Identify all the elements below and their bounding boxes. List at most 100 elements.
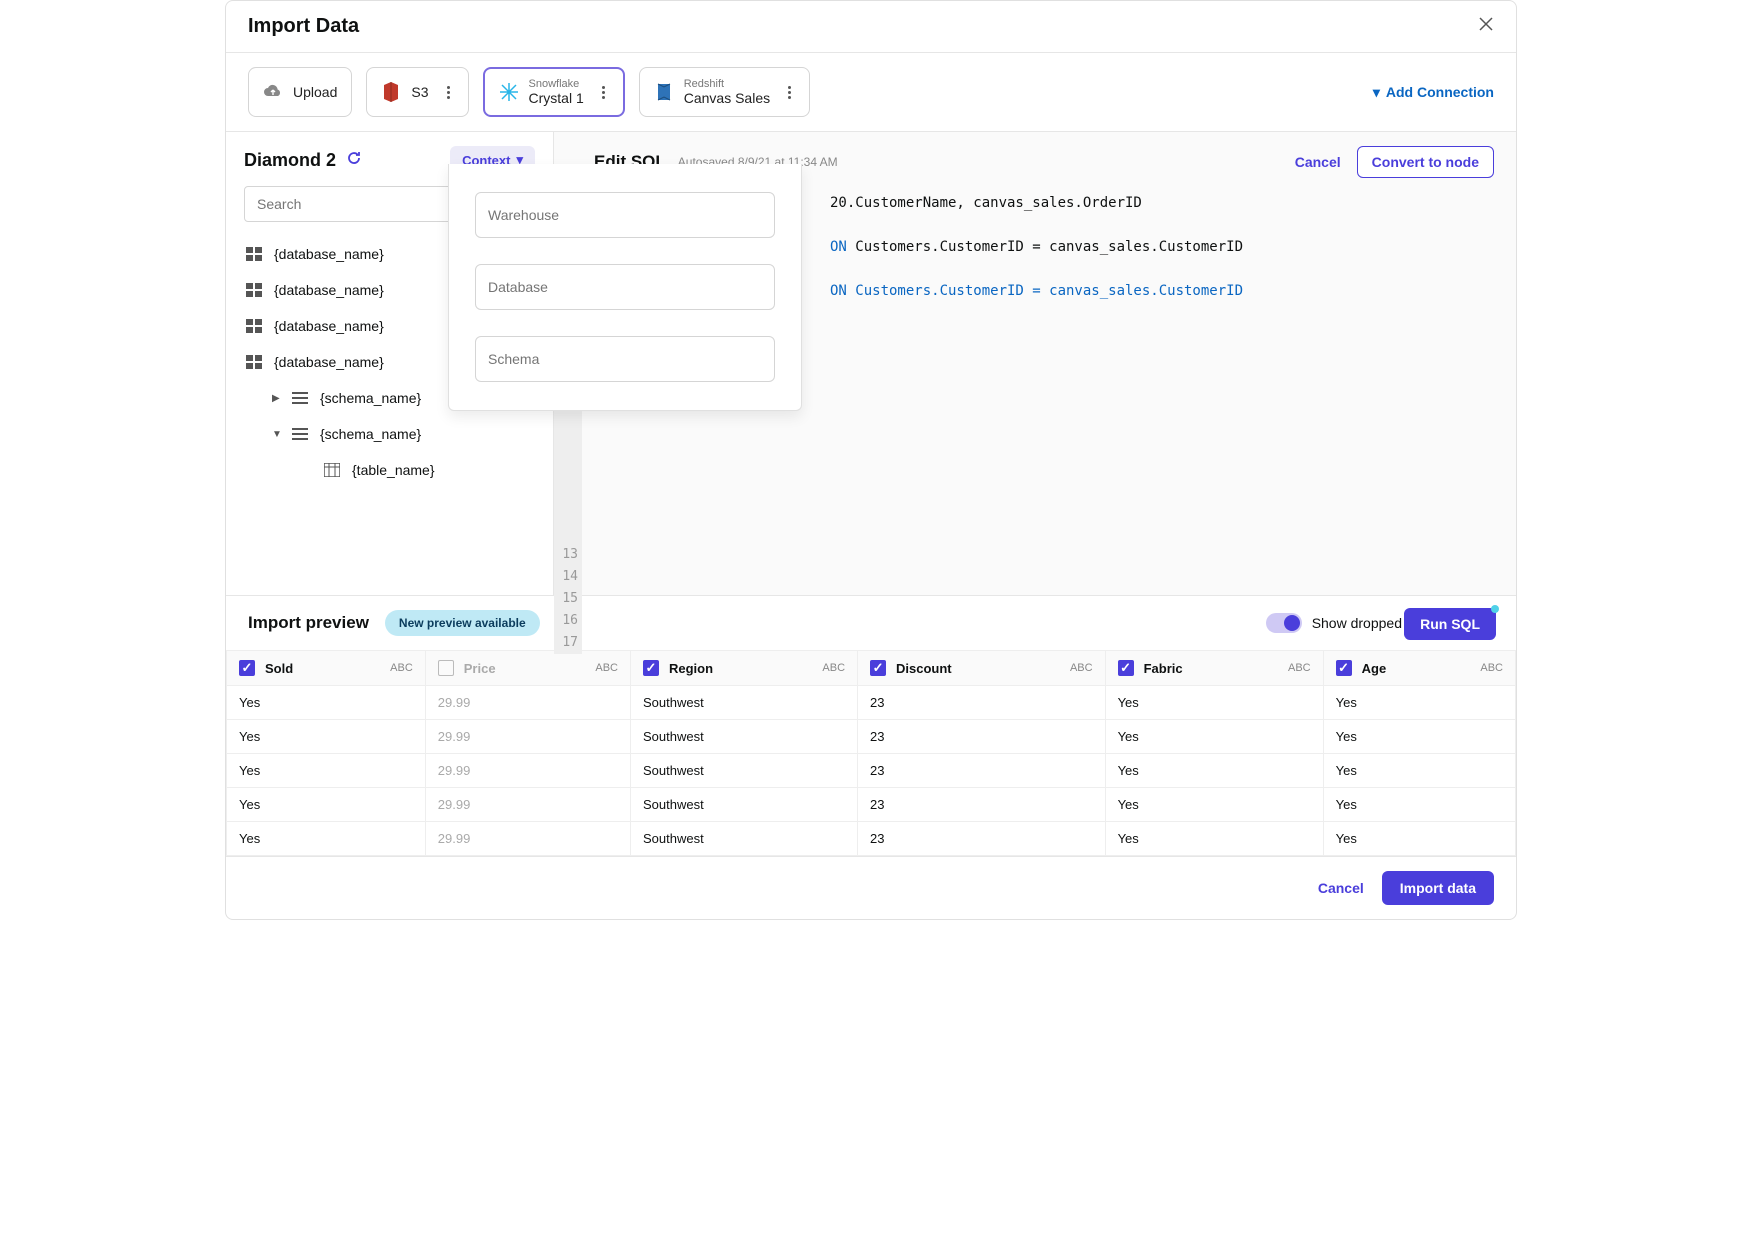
table-cell: Yes xyxy=(1105,754,1323,788)
database-icon xyxy=(246,355,264,369)
table-cell: Yes xyxy=(1105,788,1323,822)
database-input[interactable] xyxy=(475,264,775,310)
column-name: Age xyxy=(1362,661,1387,676)
add-connection-label: Add Connection xyxy=(1386,84,1494,100)
import-data-button[interactable]: Import data xyxy=(1382,871,1494,905)
table-cell: Yes xyxy=(227,754,426,788)
snowflake-connection-button[interactable]: Snowflake Crystal 1 xyxy=(483,67,625,117)
table-cell: Yes xyxy=(227,822,426,856)
close-icon[interactable] xyxy=(1478,16,1494,37)
convert-to-node-button[interactable]: Convert to node xyxy=(1357,146,1494,178)
run-sql-button[interactable]: Run SQL xyxy=(1404,608,1496,640)
preview-title: Import preview xyxy=(248,613,369,633)
table-cell: 23 xyxy=(858,720,1106,754)
cancel-edit-button[interactable]: Cancel xyxy=(1295,154,1341,170)
tree-database-label: {database_name} xyxy=(274,282,384,298)
snowflake-label: Crystal 1 xyxy=(529,90,584,106)
table-cell: Yes xyxy=(1323,788,1515,822)
table-cell: Yes xyxy=(1105,822,1323,856)
redshift-icon xyxy=(654,82,674,102)
table-cell: Southwest xyxy=(631,822,858,856)
snowflake-sup: Snowflake xyxy=(529,78,584,90)
table-cell: Southwest xyxy=(631,686,858,720)
column-checkbox[interactable] xyxy=(438,660,454,676)
tree-table-label: {table_name} xyxy=(352,462,435,478)
table-cell: Yes xyxy=(227,720,426,754)
s3-icon xyxy=(381,82,401,102)
warehouse-input[interactable] xyxy=(475,192,775,238)
refresh-icon[interactable] xyxy=(346,150,362,171)
new-preview-badge[interactable]: New preview available xyxy=(385,610,540,636)
s3-connection-button[interactable]: S3 xyxy=(366,67,468,117)
table-cell: 29.99 xyxy=(425,788,630,822)
column-name: Price xyxy=(464,661,496,676)
schema-icon xyxy=(292,428,310,440)
column-type: ABC xyxy=(595,662,618,674)
kebab-icon[interactable] xyxy=(439,86,454,99)
kebab-icon[interactable] xyxy=(780,86,795,99)
column-header[interactable]: ✓ Fabric ABC xyxy=(1105,651,1323,686)
column-checkbox[interactable]: ✓ xyxy=(1336,660,1352,676)
column-type: ABC xyxy=(822,662,845,674)
caret-right-icon: ▶ xyxy=(272,393,282,404)
column-name: Region xyxy=(669,661,713,676)
column-name: Fabric xyxy=(1144,661,1183,676)
tree-schema-label: {schema_name} xyxy=(320,426,421,442)
upload-button[interactable]: Upload xyxy=(248,67,352,117)
caret-down-icon: ▼ xyxy=(272,429,282,440)
schema-input[interactable] xyxy=(475,336,775,382)
table-row: Yes29.99Southwest23YesYes xyxy=(227,754,1516,788)
preview-table: ✓SoldABCPriceABC✓RegionABC✓DiscountABC✓F… xyxy=(226,650,1516,856)
column-checkbox[interactable]: ✓ xyxy=(870,660,886,676)
column-header[interactable]: ✓ Age ABC xyxy=(1323,651,1515,686)
column-header[interactable]: ✓ Region ABC xyxy=(631,651,858,686)
database-icon xyxy=(246,319,264,333)
table-cell: 23 xyxy=(858,754,1106,788)
table-cell: Yes xyxy=(1105,686,1323,720)
column-checkbox[interactable]: ✓ xyxy=(643,660,659,676)
tree-schema[interactable]: ▼ {schema_name} xyxy=(244,416,535,452)
add-connection-button[interactable]: ▾ Add Connection xyxy=(1373,84,1494,101)
table-row: Yes29.99Southwest23YesYes xyxy=(227,720,1516,754)
column-header[interactable]: ✓DiscountABC xyxy=(858,651,1106,686)
table-cell: Southwest xyxy=(631,788,858,822)
column-type: ABC xyxy=(1288,662,1311,674)
table-cell: 29.99 xyxy=(425,686,630,720)
show-dropped-toggle[interactable] xyxy=(1266,613,1302,633)
tree-database-label: {database_name} xyxy=(274,354,384,370)
table-row: Yes29.99Southwest23YesYes xyxy=(227,686,1516,720)
column-header[interactable]: Price ABC xyxy=(425,651,630,686)
table-cell: Yes xyxy=(1323,754,1515,788)
table-cell: Yes xyxy=(1323,686,1515,720)
column-name: Sold xyxy=(265,661,293,676)
s3-label: S3 xyxy=(411,84,428,100)
table-cell: 23 xyxy=(858,788,1106,822)
column-header[interactable]: ✓ Sold ABC xyxy=(227,651,426,686)
tree-table[interactable]: {table_name} xyxy=(244,452,535,488)
table-cell: 23 xyxy=(858,822,1106,856)
table-cell: Yes xyxy=(227,686,426,720)
table-icon xyxy=(324,463,342,477)
table-cell: Yes xyxy=(1323,822,1515,856)
table-cell: Southwest xyxy=(631,720,858,754)
cancel-button[interactable]: Cancel xyxy=(1318,880,1364,896)
table-cell: Yes xyxy=(1323,720,1515,754)
column-type: ABC xyxy=(1480,662,1503,674)
chevron-down-icon: ▾ xyxy=(1373,84,1380,101)
database-icon xyxy=(246,283,264,297)
schema-icon xyxy=(292,392,310,404)
column-checkbox[interactable]: ✓ xyxy=(1118,660,1134,676)
tree-database-label: {database_name} xyxy=(274,246,384,262)
table-cell: 29.99 xyxy=(425,822,630,856)
table-row: Yes29.99Southwest23YesYes xyxy=(227,788,1516,822)
snowflake-icon xyxy=(499,82,519,102)
redshift-connection-button[interactable]: Redshift Canvas Sales xyxy=(639,67,810,117)
table-row: Yes29.99Southwest23YesYes xyxy=(227,822,1516,856)
column-type: ABC xyxy=(390,662,413,674)
cloud-upload-icon xyxy=(263,82,283,102)
kebab-icon[interactable] xyxy=(594,86,609,99)
connection-title: Diamond 2 xyxy=(244,150,336,171)
tree-database-label: {database_name} xyxy=(274,318,384,334)
column-checkbox[interactable]: ✓ xyxy=(239,660,255,676)
table-cell: Southwest xyxy=(631,754,858,788)
